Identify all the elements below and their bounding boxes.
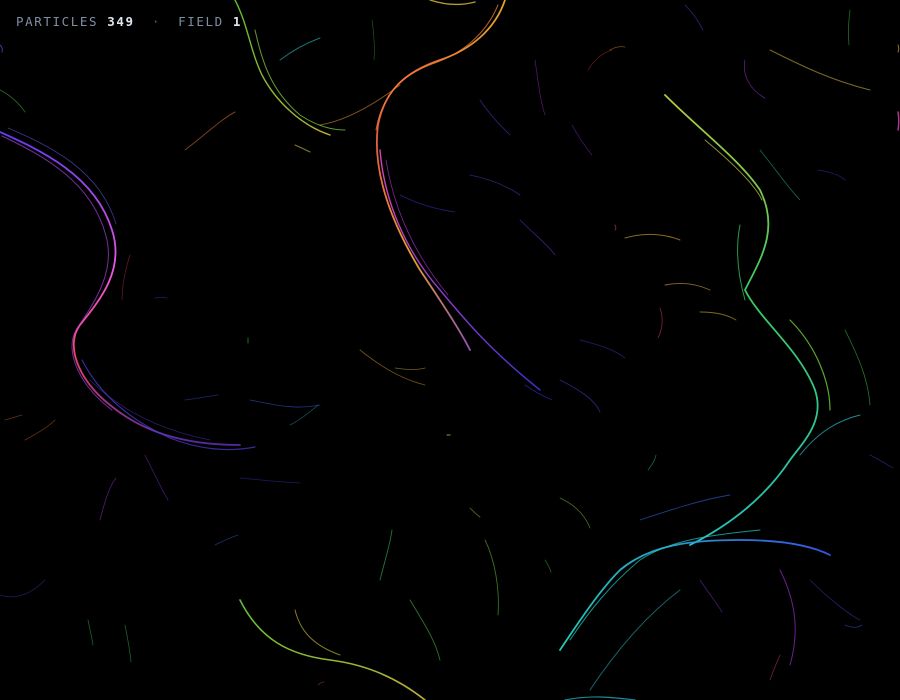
particle-status-readout: PARTICLES 349 · FIELD 1 (16, 14, 242, 29)
ribbon-lower-cyan (559, 494, 861, 700)
ribbon-left-swirl (0, 127, 256, 451)
particles-count: 349 (107, 14, 135, 29)
ribbon-right (664, 94, 871, 546)
field-number: 1 (232, 14, 243, 29)
hud-separator: · (151, 14, 161, 29)
ribbon-bottom-left (239, 529, 499, 700)
field-label: FIELD (178, 14, 224, 29)
flow-field-canvas (0, 0, 900, 700)
ribbon-top-center (319, 0, 541, 391)
scattered-particle-trails (0, 4, 900, 686)
flow-field-stage: PARTICLES 349 · FIELD 1 (0, 0, 900, 700)
particles-label: PARTICLES (16, 14, 99, 29)
